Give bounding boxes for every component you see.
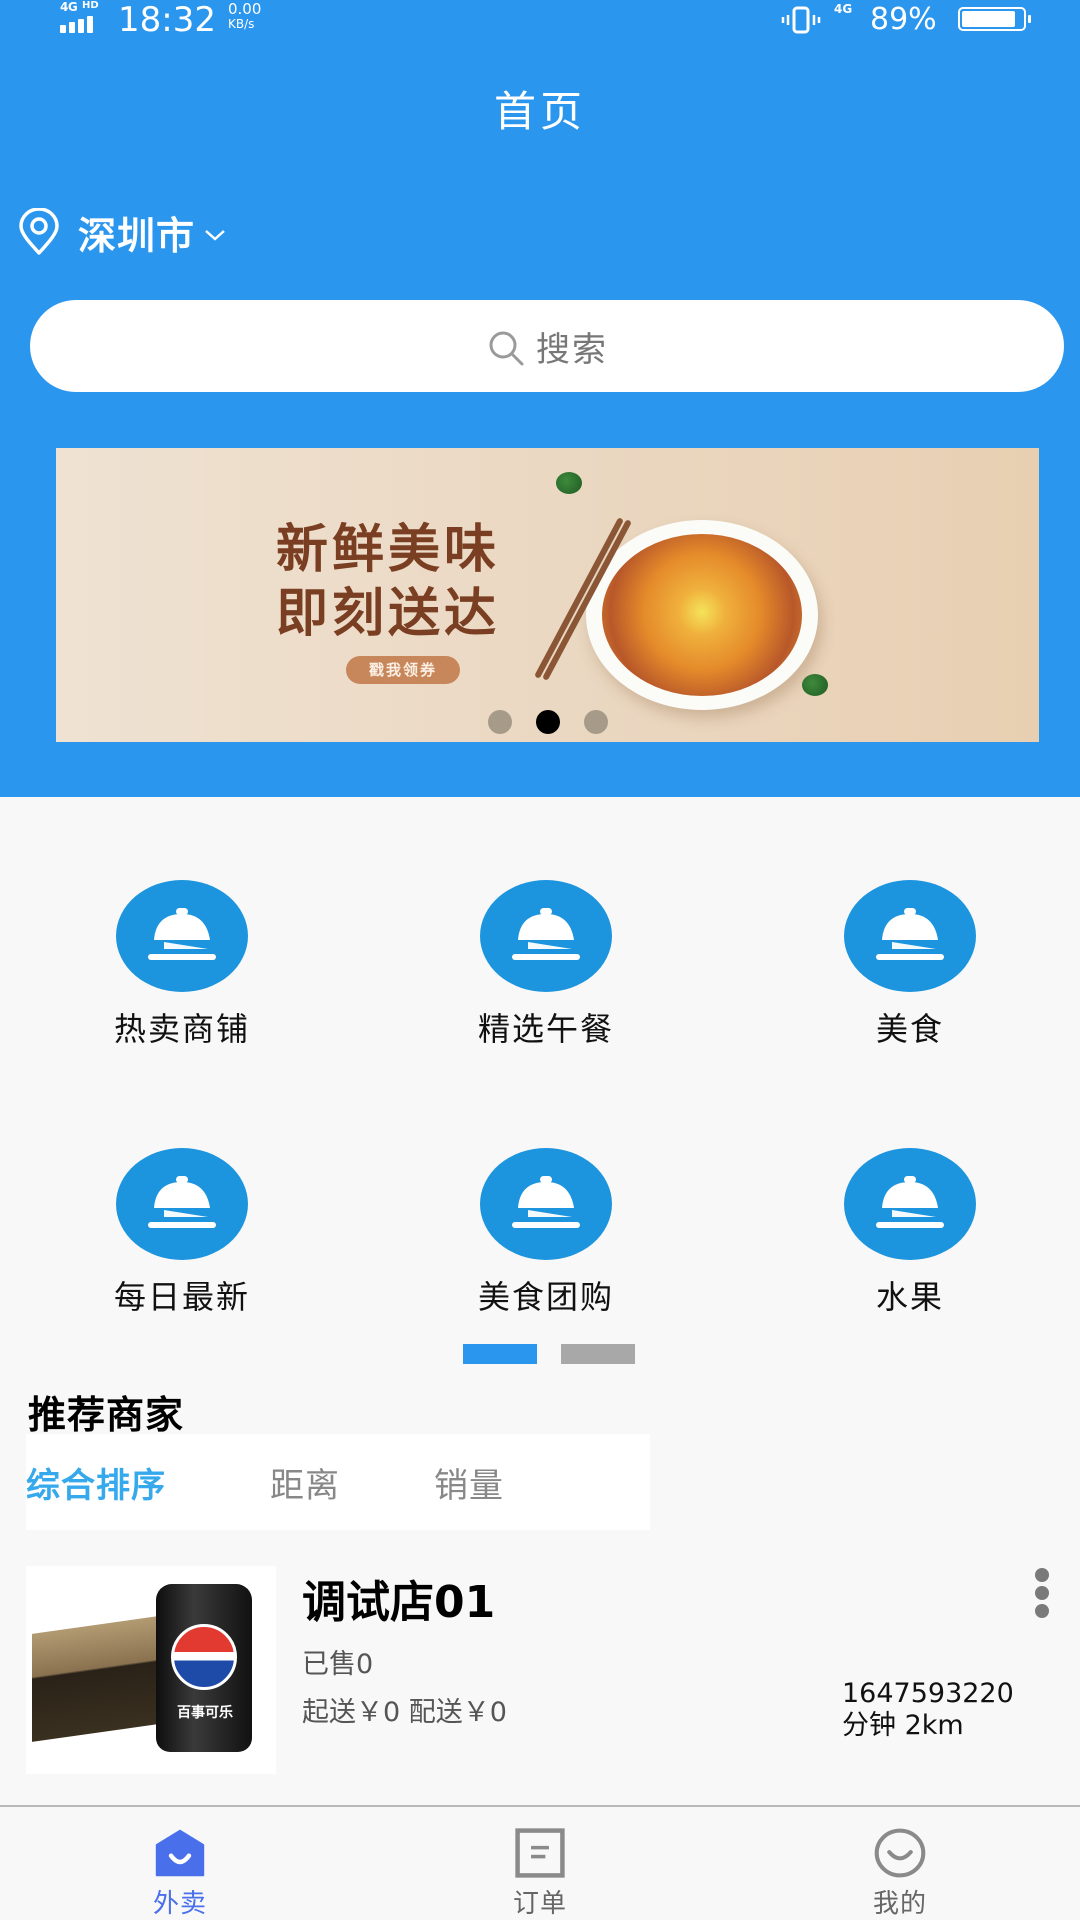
battery-icon: [958, 7, 1031, 31]
store-fees: 起送￥0 配送￥0: [302, 1697, 507, 1728]
category-item[interactable]: 美食: [760, 880, 1060, 1050]
sort-tab[interactable]: 销量: [434, 1458, 504, 1507]
store-name: 调试店01: [302, 1577, 496, 1628]
location-selector[interactable]: 深圳市: [16, 204, 227, 260]
more-options-icon[interactable]: [1032, 1568, 1052, 1622]
category-label: 每日最新: [113, 1278, 250, 1316]
location-pin-icon: [19, 208, 59, 255]
banner-broccoli: [802, 674, 828, 696]
promo-banner[interactable]: 新鲜美味 即刻送达 戳我领券: [56, 448, 1039, 742]
network-type-secondary: 4G: [834, 2, 853, 16]
category-item[interactable]: 水果: [760, 1148, 1060, 1318]
category-page-indicator[interactable]: [561, 1344, 635, 1364]
banner-pagination: [56, 710, 1039, 734]
category-icon-circle: [116, 880, 248, 992]
category-icon-circle: [844, 880, 976, 992]
food-cloche-icon: [148, 1176, 216, 1228]
food-cloche-icon: [876, 908, 944, 960]
tab-profile[interactable]: 我的: [720, 1807, 1080, 1920]
category-item[interactable]: 每日最新: [32, 1148, 332, 1318]
banner-coupon-button[interactable]: 戳我领券: [346, 656, 460, 684]
tab-label: 我的: [872, 1889, 927, 1919]
banner-dot[interactable]: [487, 710, 512, 734]
sort-tab[interactable]: 距离: [270, 1458, 340, 1507]
store-sold-count: 已售0: [302, 1649, 374, 1680]
sort-bar: 综合排序 距离 销量: [26, 1434, 650, 1530]
category-icon-circle: [480, 880, 612, 992]
category-icon-circle: [480, 1148, 612, 1260]
chevron-down-icon: [205, 230, 225, 241]
section-title-recommend: 推荐商家: [28, 1393, 185, 1437]
store-distance: 分钟 2km: [842, 1710, 964, 1741]
banner-dot[interactable]: [583, 710, 608, 734]
bottom-tab-bar: 外卖 订单 我的: [0, 1805, 1080, 1920]
store-thumbnail: 百事可乐: [26, 1566, 276, 1774]
search-placeholder: 搜索: [536, 329, 608, 370]
network-hd: HD: [82, 0, 99, 11]
category-label: 美食团购: [477, 1278, 614, 1316]
category-label: 水果: [875, 1278, 944, 1316]
category-label: 美食: [875, 1010, 944, 1048]
thumb-pepsi-box: [32, 1614, 172, 1742]
tab-label: 外卖: [152, 1889, 207, 1919]
category-icon-circle: [116, 1148, 248, 1260]
banner-broccoli: [556, 472, 582, 494]
network-type: 4G: [60, 0, 78, 14]
battery-fill: [962, 11, 1016, 27]
vibrate-icon: [781, 6, 821, 34]
search-input[interactable]: 搜索: [30, 300, 1064, 392]
city-name: 深圳市: [78, 213, 196, 258]
network-speed: 0.00 KB/s: [228, 2, 261, 32]
category-label: 热卖商铺: [113, 1010, 250, 1048]
food-cloche-icon: [512, 908, 580, 960]
category-label: 精选午餐: [477, 1010, 614, 1048]
store-eta: 1647593220: [842, 1678, 1014, 1709]
thumb-can-text: 百事可乐: [177, 1705, 233, 1721]
banner-headline-line2: 即刻送达: [276, 583, 501, 644]
status-bar: 4G HD 18:32 0.00 KB/s 4G 89%: [0, 0, 1080, 40]
banner-headline-line1: 新鲜美味: [276, 519, 501, 580]
tab-orders[interactable]: 订单: [360, 1807, 720, 1920]
tab-label: 订单: [512, 1889, 567, 1919]
smile-profile-icon: [874, 1828, 926, 1878]
sort-tab[interactable]: 综合排序: [26, 1458, 166, 1507]
network-speed-unit: KB/s: [228, 17, 255, 31]
category-item[interactable]: 热卖商铺: [32, 880, 332, 1050]
category-pager: [463, 1344, 635, 1364]
category-icon-circle: [844, 1148, 976, 1260]
food-cloche-icon: [512, 1176, 580, 1228]
category-page-indicator[interactable]: [463, 1344, 537, 1364]
food-cloche-icon: [876, 1176, 944, 1228]
banner-dot[interactable]: [535, 710, 560, 734]
category-item[interactable]: 美食团购: [396, 1148, 696, 1318]
food-cloche-icon: [148, 908, 216, 960]
pepsi-logo-icon: [171, 1624, 237, 1690]
network-speed-value: 0.00: [228, 0, 262, 18]
banner-dish-food: [602, 534, 802, 696]
banner-headline: 新鲜美味 即刻送达: [276, 518, 500, 646]
clock: 18:32: [118, 0, 216, 40]
search-icon: [489, 331, 524, 366]
order-list-icon: [515, 1828, 565, 1878]
signal-icon: [60, 16, 93, 33]
home-smile-icon: [155, 1829, 205, 1877]
store-card[interactable]: 百事可乐 调试店01 已售0 起送￥0 配送￥0 1647593220 分钟 2…: [26, 1566, 1066, 1778]
battery-percent: 89%: [870, 2, 937, 37]
page-title: 首页: [493, 87, 586, 136]
tab-takeout[interactable]: 外卖: [0, 1807, 360, 1920]
store-eta-distance: 1647593220 分钟 2km: [842, 1678, 1014, 1742]
category-item[interactable]: 精选午餐: [396, 880, 696, 1050]
